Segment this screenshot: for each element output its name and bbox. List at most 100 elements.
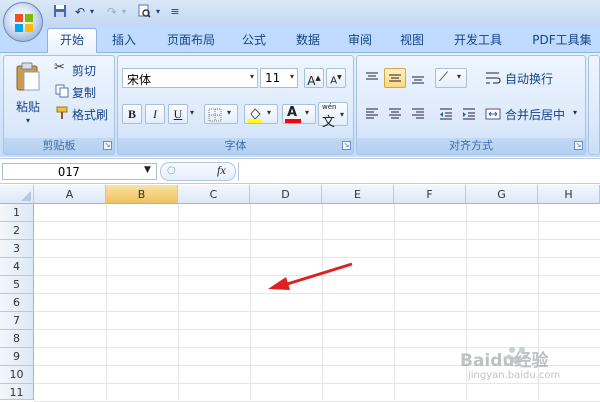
tab-page-layout[interactable]: 页面布局 — [158, 29, 224, 53]
grid-column-line — [250, 204, 251, 400]
column-header-c[interactable]: C — [178, 185, 250, 204]
font-name-dropdown-icon[interactable]: ▾ — [250, 72, 254, 81]
fill-color-button[interactable]: ▾ — [244, 104, 278, 124]
italic-button[interactable]: I — [145, 104, 165, 124]
tab-view[interactable]: 视图 — [392, 29, 432, 53]
column-header-e[interactable]: E — [322, 185, 394, 204]
decrease-indent-button[interactable] — [435, 104, 457, 124]
formula-input[interactable] — [238, 162, 600, 181]
undo-icon[interactable]: ↶ — [72, 4, 88, 20]
column-header-g[interactable]: G — [466, 185, 538, 204]
font-size-dropdown-icon[interactable]: ▾ — [290, 72, 294, 81]
decrease-indent-icon — [440, 108, 452, 120]
column-header-a[interactable]: A — [34, 185, 106, 204]
clipboard-dialog-launcher-icon[interactable]: ↘ — [103, 141, 112, 150]
font-color-dropdown-icon[interactable]: ▾ — [305, 108, 309, 117]
paste-icon — [16, 62, 40, 91]
row-header-2[interactable]: 2 — [0, 222, 34, 240]
print-preview-dropdown-icon[interactable]: ▾ — [154, 4, 162, 20]
underline-button[interactable]: U — [168, 104, 188, 124]
shrink-font-icon[interactable]: A▼ — [326, 68, 346, 88]
top-align-icon — [366, 72, 378, 80]
tab-formulas[interactable]: 公式 — [236, 29, 272, 53]
row-header-6[interactable]: 6 — [0, 294, 34, 312]
grow-font-icon[interactable]: A▲ — [304, 68, 324, 88]
row-header-10[interactable]: 10 — [0, 366, 34, 384]
align-center-button[interactable] — [384, 104, 406, 124]
align-right-icon — [412, 108, 424, 119]
grid-column-line — [178, 204, 179, 400]
borders-icon — [208, 108, 222, 122]
font-size-combobox[interactable]: 11 ▾ — [260, 68, 298, 88]
row-header-4[interactable]: 4 — [0, 258, 34, 276]
row-header-5[interactable]: 5 — [0, 276, 34, 294]
select-all-corner[interactable] — [0, 185, 34, 204]
font-dialog-launcher-icon[interactable]: ↘ — [342, 141, 351, 150]
increase-indent-button[interactable] — [458, 104, 480, 124]
alignment-dialog-launcher-icon[interactable]: ↘ — [574, 141, 583, 150]
font-name-combobox[interactable]: 宋体 ▾ — [122, 68, 258, 88]
tab-insert[interactable]: 插入 — [104, 29, 144, 53]
font-color-swatch — [285, 119, 301, 123]
borders-dropdown-icon[interactable]: ▾ — [227, 108, 231, 117]
tab-home[interactable]: 开始 — [47, 28, 97, 54]
office-button[interactable] — [3, 2, 43, 42]
baidu-watermark-url: jingyan.baidu.com — [468, 370, 561, 381]
row-header-1[interactable]: 1 — [0, 204, 34, 222]
tab-developer[interactable]: 开发工具 — [446, 29, 510, 53]
name-box[interactable]: O17 — [2, 163, 157, 180]
phonetic-pinyin-text: wén — [322, 103, 337, 111]
insert-function-icon[interactable]: fx — [217, 163, 226, 178]
wrap-text-button[interactable]: 自动换行 — [483, 68, 583, 88]
tab-pdf-tools[interactable]: PDF工具集 — [524, 29, 600, 53]
row-header-7[interactable]: 7 — [0, 312, 34, 330]
tab-data[interactable]: 数据 — [288, 29, 328, 53]
borders-button[interactable]: ▾ — [204, 104, 238, 124]
orientation-icon: ⟋ — [439, 70, 449, 85]
align-right-button[interactable] — [407, 104, 429, 124]
orientation-dropdown-icon[interactable]: ▾ — [457, 72, 461, 81]
bold-button[interactable]: B — [122, 104, 142, 124]
column-header-d[interactable]: D — [250, 185, 322, 204]
customize-toolbar-icon[interactable]: ≡ — [170, 4, 180, 20]
save-icon[interactable] — [52, 4, 68, 20]
undo-dropdown-icon[interactable]: ▾ — [88, 4, 96, 20]
paste-dropdown-icon[interactable]: ▾ — [10, 116, 46, 125]
paste-button[interactable]: 粘贴 ▾ — [10, 60, 46, 130]
print-preview-icon[interactable] — [136, 4, 152, 20]
merge-center-button[interactable]: 合并后居中 ▾ — [483, 104, 583, 124]
bottom-align-button[interactable] — [407, 68, 429, 88]
middle-align-button[interactable] — [384, 68, 406, 88]
baidu-watermark: Baidu经验 jingyan.baidu.com — [458, 340, 598, 398]
phonetic-dropdown-icon[interactable]: ▾ — [340, 110, 344, 119]
column-header-h[interactable]: H — [538, 185, 600, 204]
cut-button[interactable]: ✂ 剪切 — [54, 60, 112, 78]
orientation-button[interactable]: ⟋ ▾ — [435, 68, 467, 88]
grid-column-line — [106, 204, 107, 400]
column-header-f[interactable]: F — [394, 185, 466, 204]
font-name-value: 宋体 — [127, 73, 152, 87]
underline-dropdown-icon[interactable]: ▾ — [190, 108, 194, 117]
format-painter-button[interactable]: 格式刷 — [54, 104, 114, 122]
alignment-group: ⟋ ▾ 自动换行 合并后居中 ▾ 对齐方式 ↘ — [356, 55, 586, 155]
fill-color-icon — [248, 108, 262, 123]
column-header-b[interactable]: B — [106, 185, 178, 204]
tab-review[interactable]: 审阅 — [340, 29, 380, 53]
top-align-button[interactable] — [361, 68, 383, 88]
copy-button[interactable]: 复制 — [54, 82, 112, 100]
align-left-button[interactable] — [361, 104, 383, 124]
row-header-9[interactable]: 9 — [0, 348, 34, 366]
formula-bar-buttons: ○ fx — [160, 162, 236, 181]
font-group-label: 字体 — [118, 138, 353, 154]
row-header-8[interactable]: 8 — [0, 330, 34, 348]
font-color-button[interactable]: A ▾ — [282, 104, 316, 124]
middle-align-icon — [389, 74, 401, 82]
clipboard-group: 粘贴 ▾ ✂ 剪切 复制 格式刷 剪贴板 ↘ — [3, 55, 115, 155]
row-header-11[interactable]: 11 — [0, 384, 34, 400]
name-box-dropdown-icon[interactable]: ▼ — [144, 165, 151, 175]
merge-center-dropdown-icon[interactable]: ▾ — [573, 108, 577, 117]
red-arrow-annotation — [268, 262, 353, 290]
row-header-3[interactable]: 3 — [0, 240, 34, 258]
phonetic-guide-button[interactable]: wén 文 ▾ — [318, 102, 348, 130]
fill-color-dropdown-icon[interactable]: ▾ — [267, 108, 271, 117]
